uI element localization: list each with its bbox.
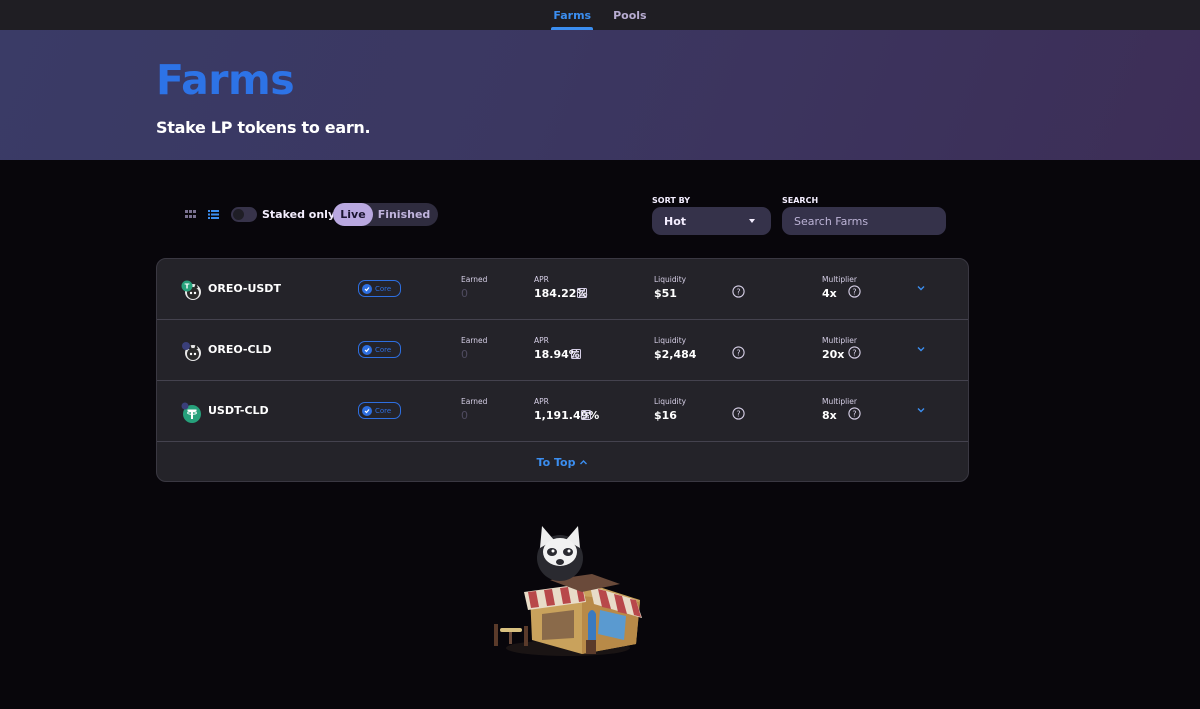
to-top-label: To Top [536, 455, 576, 469]
sort-select[interactable]: Hot [652, 207, 771, 235]
help-icon[interactable]: ? [732, 285, 745, 298]
sort-value: Hot [664, 214, 687, 228]
chevron-down-icon[interactable] [916, 406, 926, 414]
caret-down-icon [749, 219, 755, 223]
multiplier-value: 4x [822, 287, 837, 300]
check-badge-icon [362, 405, 372, 416]
liquidity-label: Liquidity [654, 275, 687, 284]
table-row[interactable]: T OREO-USDT Core Earned 0 APR 184.22% Li… [157, 259, 968, 320]
multiplier-value: 8x [822, 409, 837, 422]
svg-text:?: ? [736, 287, 740, 296]
core-badge: Core [358, 341, 401, 358]
usdt-cld-pair-icon [181, 402, 201, 423]
calculator-icon[interactable] [581, 410, 591, 420]
chevron-up-icon [580, 459, 588, 464]
apr-label: APR [534, 275, 549, 284]
chevron-down-icon[interactable] [916, 284, 926, 292]
apr-label: APR [534, 397, 549, 406]
list-view-icon[interactable] [208, 209, 219, 220]
search-label: SEARCH [782, 196, 819, 205]
earned-value: 0 [461, 287, 468, 300]
earned-label: Earned [461, 275, 488, 284]
oreo-cld-pair-icon [182, 342, 201, 361]
calculator-icon[interactable] [571, 349, 581, 359]
staked-only-label: Staked only [262, 208, 336, 221]
help-icon[interactable]: ? [848, 346, 861, 359]
help-icon[interactable]: ? [848, 285, 861, 298]
liquidity-value: $51 [654, 287, 677, 300]
liquidity-label: Liquidity [654, 397, 687, 406]
multiplier-label: Multiplier [822, 275, 857, 284]
svg-text:?: ? [852, 287, 856, 296]
chevron-down-icon[interactable] [916, 345, 926, 353]
toggle-knob [233, 209, 244, 220]
earned-label: Earned [461, 397, 488, 406]
page-subtitle: Stake LP tokens to earn. [156, 118, 371, 137]
check-badge-icon [362, 344, 372, 355]
core-badge: Core [358, 402, 401, 419]
pair-name: OREO-CLD [208, 343, 272, 356]
liquidity-label: Liquidity [654, 336, 687, 345]
sort-by-label: SORT BY [652, 196, 691, 205]
earned-label: Earned [461, 336, 488, 345]
finished-option[interactable]: Finished [373, 203, 435, 226]
liquidity-value: $2,484 [654, 348, 697, 361]
svg-text:?: ? [852, 409, 856, 418]
svg-text:?: ? [852, 348, 856, 357]
core-badge-label: Core [375, 406, 392, 415]
multiplier-label: Multiplier [822, 397, 857, 406]
search-input[interactable] [782, 207, 946, 235]
status-segmented-control: Live Finished [333, 203, 438, 226]
help-icon[interactable]: ? [732, 346, 745, 359]
table-row[interactable]: OREO-CLD Core Earned 0 APR 18.94% Liquid… [157, 320, 968, 381]
pair-name: OREO-USDT [208, 282, 281, 295]
farms-table: T OREO-USDT Core Earned 0 APR 184.22% Li… [156, 258, 969, 482]
tab-farms[interactable]: Farms [551, 0, 593, 30]
apr-label: APR [534, 336, 549, 345]
check-badge-icon [362, 283, 372, 294]
tab-pools[interactable]: Pools [611, 0, 649, 30]
core-badge: Core [358, 280, 401, 297]
help-icon[interactable]: ? [848, 407, 861, 420]
live-option[interactable]: Live [333, 203, 373, 226]
earned-value: 0 [461, 409, 468, 422]
multiplier-label: Multiplier [822, 336, 857, 345]
pair-name: USDT-CLD [208, 404, 269, 417]
staked-only-toggle[interactable] [231, 207, 257, 222]
grid-view-icon[interactable] [185, 209, 196, 220]
oreo-shop-illustration [494, 526, 642, 656]
oreo-usdt-pair-icon: T [181, 280, 201, 300]
earned-value: 0 [461, 348, 468, 361]
core-badge-label: Core [375, 345, 392, 354]
svg-text:?: ? [736, 409, 740, 418]
svg-text:?: ? [736, 348, 740, 357]
calculator-icon[interactable] [577, 288, 587, 298]
svg-text:T: T [185, 283, 190, 291]
to-top-button[interactable]: To Top [157, 442, 968, 481]
multiplier-value: 20x [822, 348, 845, 361]
table-row[interactable]: USDT-CLD Core Earned 0 APR 1,191.49% Liq… [157, 381, 968, 442]
help-icon[interactable]: ? [732, 407, 745, 420]
core-badge-label: Core [375, 284, 392, 293]
page-title: Farms [156, 56, 295, 104]
page-header: Farms Stake LP tokens to earn. [0, 30, 1200, 160]
liquidity-value: $16 [654, 409, 677, 422]
top-nav: Farms Pools [0, 0, 1200, 30]
